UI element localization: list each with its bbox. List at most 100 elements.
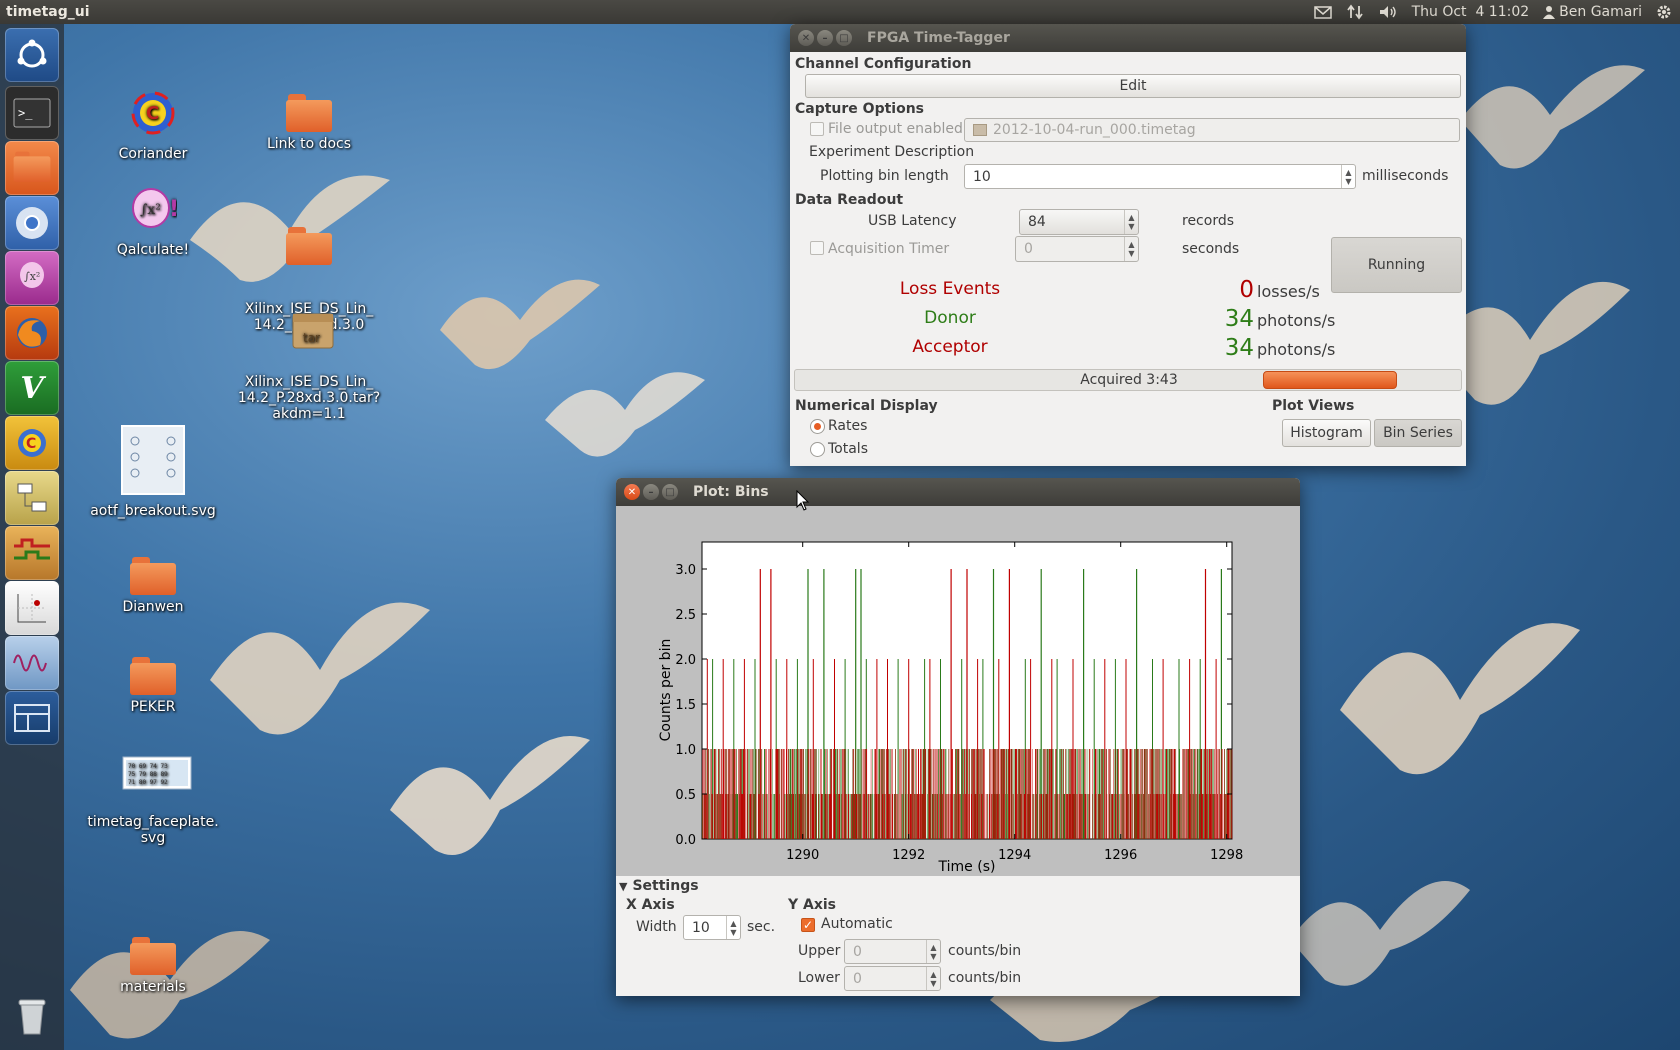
chevron-up-icon[interactable]: ▲ xyxy=(1128,240,1134,249)
desktop-icon-peker[interactable]: PEKER xyxy=(78,655,228,715)
bin-bar xyxy=(993,749,995,839)
vim-icon[interactable]: V xyxy=(5,361,59,415)
bin-bar xyxy=(740,794,742,839)
mail-icon[interactable] xyxy=(1313,5,1332,19)
desktop-icon-link-to-docs[interactable]: Link to docs xyxy=(234,92,384,152)
bin-bar xyxy=(765,794,767,839)
rates-radio[interactable] xyxy=(810,419,825,434)
acquisition-timer-checkbox[interactable] xyxy=(810,241,824,255)
close-icon[interactable]: ✕ xyxy=(624,484,640,500)
maximize-icon[interactable]: □ xyxy=(836,30,852,46)
mouse-cursor-icon xyxy=(796,490,810,511)
bin-bar xyxy=(774,794,775,839)
chevron-up-icon[interactable]: ▲ xyxy=(930,943,936,952)
bin-bar xyxy=(758,794,760,839)
bin-bar xyxy=(1039,794,1040,839)
chevron-down-icon[interactable]: ▼ xyxy=(930,952,936,961)
clock-label[interactable]: Thu Oct 4 11:02 xyxy=(1412,4,1530,20)
desktop-icon-xilinx-tar[interactable]: tar Xilinx_ISE_DS_Lin_ 14.2_P.28xd.3.0.t… xyxy=(234,294,384,438)
file-output-label: File output enabled xyxy=(828,121,963,137)
desktop-icon-coriander[interactable]: C Coriander xyxy=(78,88,228,162)
lower-spinner[interactable]: ▲ ▼ xyxy=(926,967,940,990)
maximize-icon[interactable]: □ xyxy=(662,484,678,500)
firefox-icon[interactable] xyxy=(5,306,59,360)
gear-icon[interactable] xyxy=(1656,4,1672,20)
chevron-up-icon[interactable]: ▲ xyxy=(930,970,936,979)
minimize-icon[interactable]: – xyxy=(817,30,833,46)
close-icon[interactable]: ✕ xyxy=(798,30,814,46)
chevron-down-icon[interactable]: ▼ xyxy=(730,928,736,937)
totals-radio[interactable] xyxy=(810,442,825,457)
network-icon[interactable] xyxy=(1346,4,1364,20)
ubuntu-logo-icon[interactable] xyxy=(5,28,59,82)
signal-app-icon[interactable] xyxy=(5,636,59,690)
plotting-bin-input[interactable]: 10 ▲ ▼ xyxy=(964,164,1356,189)
files-icon[interactable] xyxy=(5,141,59,195)
acquisition-timer-input[interactable]: 0 ▲ ▼ xyxy=(1015,236,1139,262)
bin-bar xyxy=(1095,749,1097,839)
desktop-icon-materials[interactable]: materials xyxy=(78,935,228,995)
bin-bar xyxy=(1068,794,1069,839)
chevron-down-icon[interactable]: ▼ xyxy=(1128,222,1134,231)
bin-bar xyxy=(1053,749,1054,839)
bin-bar xyxy=(1024,794,1025,839)
usb-latency-input[interactable]: 84 ▲ ▼ xyxy=(1019,209,1139,235)
histogram-button[interactable]: Histogram xyxy=(1282,419,1371,447)
bin-bar xyxy=(953,794,955,839)
desktop-icon-dianwen[interactable]: Dianwen xyxy=(78,555,228,615)
user-menu[interactable]: Ben Gamari xyxy=(1543,4,1642,20)
desktop-icon-timetag-faceplate[interactable]: 70 69 74 73 75 79 88 89 71 80 97 92 timeta… xyxy=(78,740,228,862)
timing-icon[interactable] xyxy=(5,526,59,580)
rates-label[interactable]: Rates xyxy=(828,418,867,434)
bin-bar xyxy=(851,794,853,839)
lower-input[interactable]: 0 ▲ ▼ xyxy=(844,966,941,991)
acquisition-timer-spinner[interactable]: ▲ ▼ xyxy=(1124,237,1138,261)
chevron-up-icon[interactable]: ▲ xyxy=(1128,213,1134,222)
totals-label[interactable]: Totals xyxy=(828,441,868,457)
usb-latency-spinner[interactable]: ▲ ▼ xyxy=(1124,210,1138,234)
bin-bar xyxy=(1210,749,1212,839)
width-spinner[interactable]: ▲ ▼ xyxy=(726,916,740,939)
chevron-down-icon[interactable]: ▼ xyxy=(930,979,936,988)
plot-app-icon[interactable] xyxy=(5,581,59,635)
upper-input[interactable]: 0 ▲ ▼ xyxy=(844,939,941,964)
chevron-down-icon[interactable]: ▼ xyxy=(1128,249,1134,258)
fpga-window-titlebar[interactable]: ✕ – □ FPGA Time-Tagger xyxy=(790,24,1466,52)
plot-window-titlebar[interactable]: ✕ – □ Plot: Bins xyxy=(616,478,1300,506)
experiment-description-label[interactable]: Experiment Description xyxy=(809,144,974,160)
file-output-checkbox[interactable] xyxy=(810,122,824,136)
running-toggle-button[interactable]: Running xyxy=(1331,237,1462,293)
desktop-icon-qalculate[interactable]: ∫x²! Qalculate! xyxy=(78,186,228,258)
bin-bar xyxy=(1027,794,1029,839)
workspace-switcher-icon[interactable] xyxy=(5,691,59,745)
qalculate-icon[interactable]: ∫x² xyxy=(5,251,59,305)
settings-expander[interactable]: ▼ Settings xyxy=(619,878,699,894)
upper-spinner[interactable]: ▲ ▼ xyxy=(926,940,940,963)
desktop-icon-label: Xilinx_ISE_DS_Lin_ 14.2_P.28xd.3.0.tar? … xyxy=(237,374,381,422)
x-tick-label: 1298 xyxy=(1210,848,1243,863)
bin-bar xyxy=(981,794,982,839)
chevron-up-icon[interactable]: ▲ xyxy=(1345,168,1351,177)
edit-button[interactable]: Edit xyxy=(805,74,1461,98)
volume-icon[interactable] xyxy=(1378,4,1398,20)
chromium-icon[interactable] xyxy=(5,196,59,250)
minimize-icon[interactable]: – xyxy=(643,484,659,500)
chevron-down-icon[interactable]: ▼ xyxy=(1345,177,1351,186)
file-name-field[interactable]: 2012-10-04-run_000.timetag xyxy=(964,118,1460,142)
desktop-icon-label: PEKER xyxy=(130,699,176,715)
bin-bar xyxy=(944,749,945,839)
automatic-checkbox[interactable]: ✓ xyxy=(801,918,815,932)
bin-series-button[interactable]: Bin Series xyxy=(1374,419,1462,447)
coriander-icon[interactable]: C xyxy=(5,416,59,470)
terminal-icon[interactable]: >_ xyxy=(5,86,59,140)
width-input[interactable]: 10 ▲ ▼ xyxy=(683,915,741,940)
bin-bar xyxy=(1054,794,1055,839)
plotting-bin-spinner[interactable]: ▲ ▼ xyxy=(1341,165,1355,188)
bin-bar xyxy=(1172,749,1174,839)
bin-bar xyxy=(1076,794,1078,839)
diagram-editor-icon[interactable] xyxy=(5,471,59,525)
desktop-icon-aotf-breakout[interactable]: aotf_breakout.svg xyxy=(78,425,228,519)
bin-bar xyxy=(1093,794,1095,839)
chevron-up-icon[interactable]: ▲ xyxy=(730,919,736,928)
trash-icon[interactable] xyxy=(5,989,59,1043)
